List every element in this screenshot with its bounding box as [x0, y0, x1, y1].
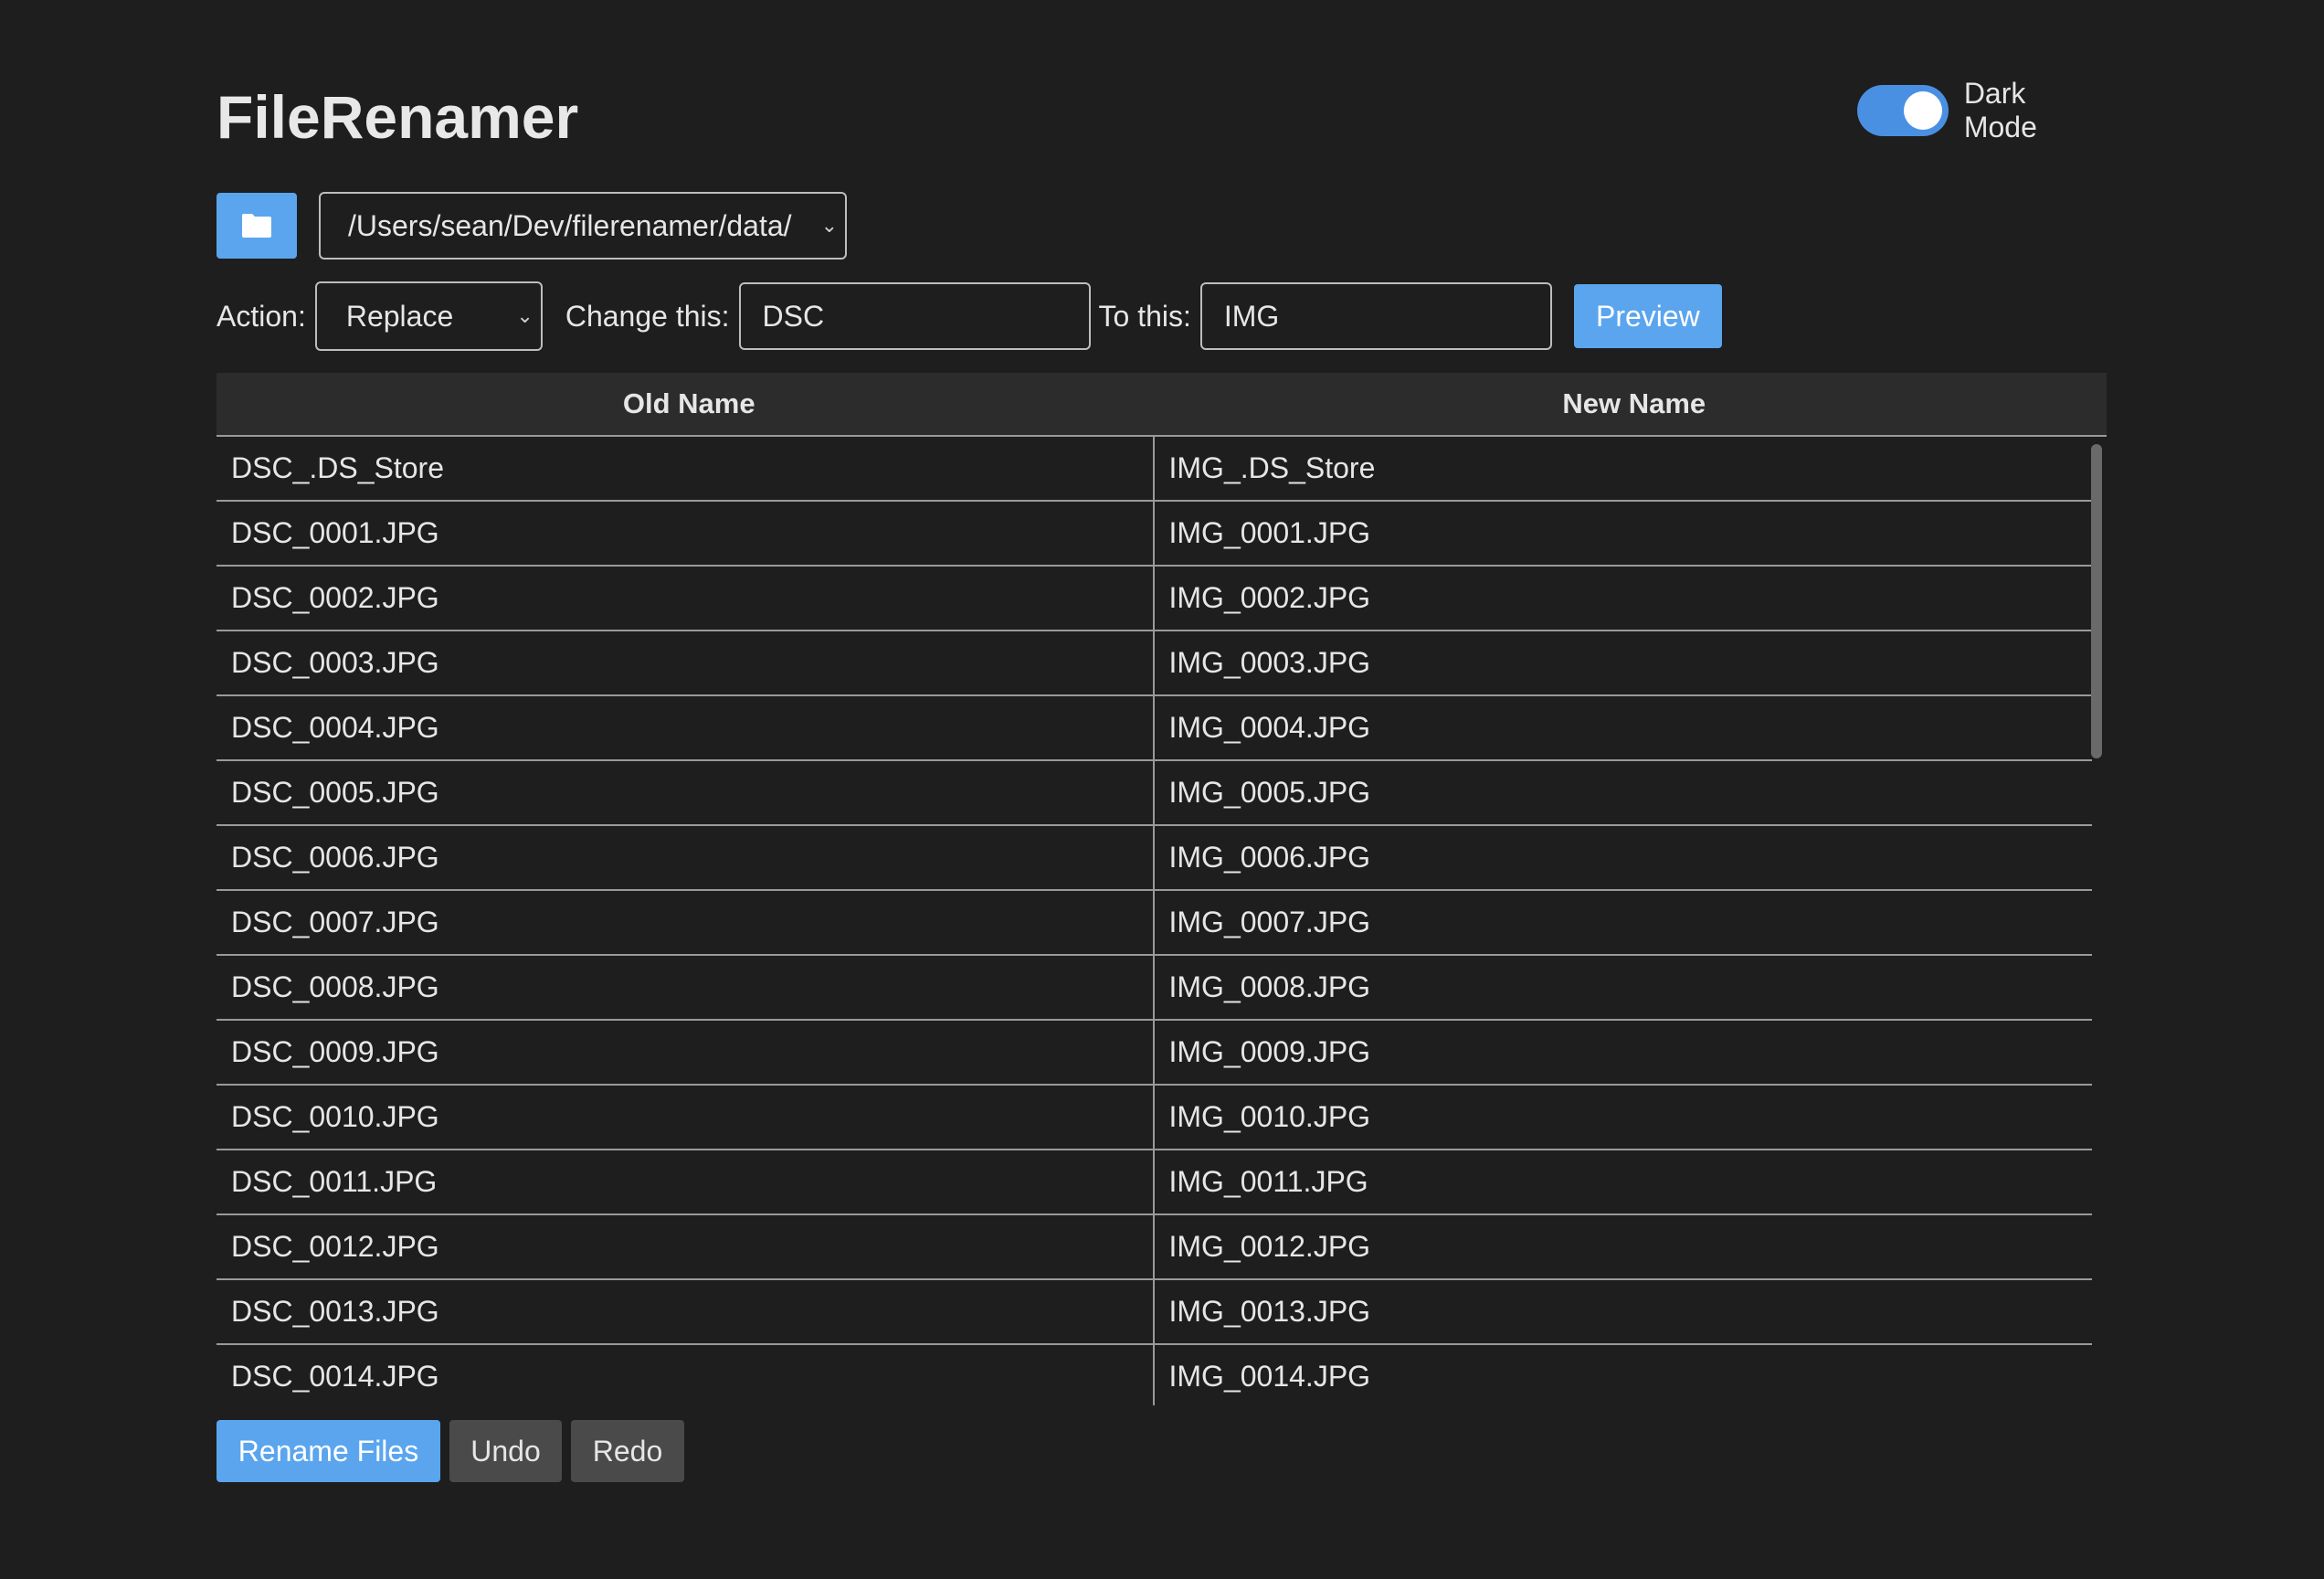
rename-table: Old Name New Name DSC_.DS_Store IMG_.DS_S… — [217, 373, 2107, 1405]
old-name-cell: DSC_0012.JPG — [217, 1215, 1155, 1278]
table-row: DSC_0014.JPG IMG_0014.JPG — [217, 1345, 2092, 1405]
table-row: DSC_0008.JPG IMG_0008.JPG — [217, 956, 2092, 1021]
new-name-cell: IMG_0003.JPG — [1168, 646, 1371, 679]
new-name-cell: IMG_0011.JPG — [1168, 1165, 1368, 1198]
old-name-cell: DSC_0008.JPG — [217, 956, 1155, 1019]
chevron-down-icon: ⌄ — [516, 304, 533, 327]
old-name-cell: DSC_0004.JPG — [217, 696, 1155, 759]
new-name-cell: IMG_0004.JPG — [1168, 711, 1371, 744]
table-row: DSC_0002.JPG IMG_0002.JPG — [217, 567, 2092, 631]
old-name-cell: DSC_0014.JPG — [217, 1345, 1155, 1405]
table-row: DSC_0007.JPG IMG_0007.JPG — [217, 891, 2092, 956]
old-name-cell: DSC_0005.JPG — [217, 761, 1155, 824]
action-label: Action: — [217, 299, 306, 333]
table-row: DSC_0006.JPG IMG_0006.JPG — [217, 826, 2092, 891]
old-name-cell: DSC_0001.JPG — [217, 502, 1155, 565]
dark-mode-label: Dark Mode — [1963, 77, 2037, 143]
old-name-cell: DSC_0009.JPG — [217, 1021, 1155, 1084]
choose-folder-button[interactable] — [217, 193, 297, 259]
new-name-cell: IMG_0008.JPG — [1168, 970, 1371, 1003]
folder-row: /Users/sean/Dev/filerenamer/data/ ⌄ — [217, 192, 847, 260]
to-this-input[interactable] — [1199, 282, 1552, 350]
page-title: FileRenamer — [217, 83, 579, 151]
old-name-cell: DSC_.DS_Store — [217, 437, 1155, 500]
new-name-cell: IMG_0012.JPG — [1168, 1230, 1371, 1263]
chevron-down-icon: ⌄ — [820, 214, 838, 237]
folder-path-select[interactable]: /Users/sean/Dev/filerenamer/data/ ⌄ — [319, 192, 847, 260]
table-header: Old Name New Name — [217, 373, 2107, 437]
table-row: DSC_0012.JPG IMG_0012.JPG — [217, 1215, 2092, 1280]
new-name-cell: IMG_0014.JPG — [1168, 1360, 1371, 1393]
switch-knob — [1904, 91, 1942, 130]
action-row: Action: Replace ⌄ Change this: To this: … — [217, 281, 1722, 351]
action-buttons: Rename Files Undo Redo — [217, 1420, 684, 1482]
table-row: DSC_0005.JPG IMG_0005.JPG — [217, 761, 2092, 826]
table-row: DSC_0011.JPG IMG_0011.JPG — [217, 1150, 2092, 1215]
rename-files-button[interactable]: Rename Files — [217, 1420, 440, 1482]
column-header-old-name: Old Name — [622, 387, 755, 419]
scrollbar-thumb[interactable] — [2091, 444, 2102, 758]
table-body: DSC_.DS_Store IMG_.DS_Store DSC_0001.JPG I… — [217, 437, 2092, 1405]
old-name-cell: DSC_0003.JPG — [217, 631, 1155, 694]
dark-mode-toggle[interactable]: Dark Mode — [1857, 77, 2107, 144]
table-row: DSC_.DS_Store IMG_.DS_Store — [217, 437, 2092, 502]
table-row: DSC_0010.JPG IMG_0010.JPG — [217, 1086, 2092, 1150]
column-header-new-name: New Name — [1562, 387, 1706, 419]
table-row: DSC_0009.JPG IMG_0009.JPG — [217, 1021, 2092, 1086]
new-name-cell: IMG_0013.JPG — [1168, 1295, 1371, 1328]
new-name-cell: IMG_0005.JPG — [1168, 776, 1371, 809]
new-name-cell: IMG_0006.JPG — [1168, 841, 1371, 874]
old-name-cell: DSC_0002.JPG — [217, 567, 1155, 630]
table-row: DSC_0004.JPG IMG_0004.JPG — [217, 696, 2092, 761]
new-name-cell: IMG_0009.JPG — [1168, 1035, 1371, 1068]
table-row: DSC_0001.JPG IMG_0001.JPG — [217, 502, 2092, 567]
undo-button[interactable]: Undo — [449, 1420, 562, 1482]
table-scrollbar[interactable] — [2091, 439, 2104, 1131]
redo-button[interactable]: Redo — [571, 1420, 684, 1482]
to-this-label: To this: — [1098, 299, 1191, 333]
old-name-cell: DSC_0007.JPG — [217, 891, 1155, 954]
new-name-cell: IMG_0001.JPG — [1168, 516, 1371, 549]
new-name-cell: IMG_.DS_Store — [1168, 451, 1376, 484]
dark-mode-switch[interactable] — [1857, 85, 1949, 136]
old-name-cell: DSC_0011.JPG — [217, 1150, 1155, 1213]
preview-button[interactable]: Preview — [1573, 284, 1722, 348]
new-name-cell: IMG_0007.JPG — [1168, 906, 1371, 938]
change-this-input[interactable] — [738, 282, 1091, 350]
table-row: DSC_0013.JPG IMG_0013.JPG — [217, 1280, 2092, 1345]
change-this-label: Change this: — [565, 299, 730, 333]
folder-path-value: /Users/sean/Dev/filerenamer/data/ — [348, 208, 792, 242]
old-name-cell: DSC_0013.JPG — [217, 1280, 1155, 1343]
new-name-cell: IMG_0002.JPG — [1168, 581, 1371, 614]
folder-icon — [242, 214, 271, 238]
action-select-value: Replace — [345, 299, 454, 333]
old-name-cell: DSC_0010.JPG — [217, 1086, 1155, 1149]
table-row: DSC_0003.JPG IMG_0003.JPG — [217, 631, 2092, 696]
old-name-cell: DSC_0006.JPG — [217, 826, 1155, 889]
new-name-cell: IMG_0010.JPG — [1168, 1100, 1371, 1133]
action-select[interactable]: Replace ⌄ — [314, 281, 543, 351]
